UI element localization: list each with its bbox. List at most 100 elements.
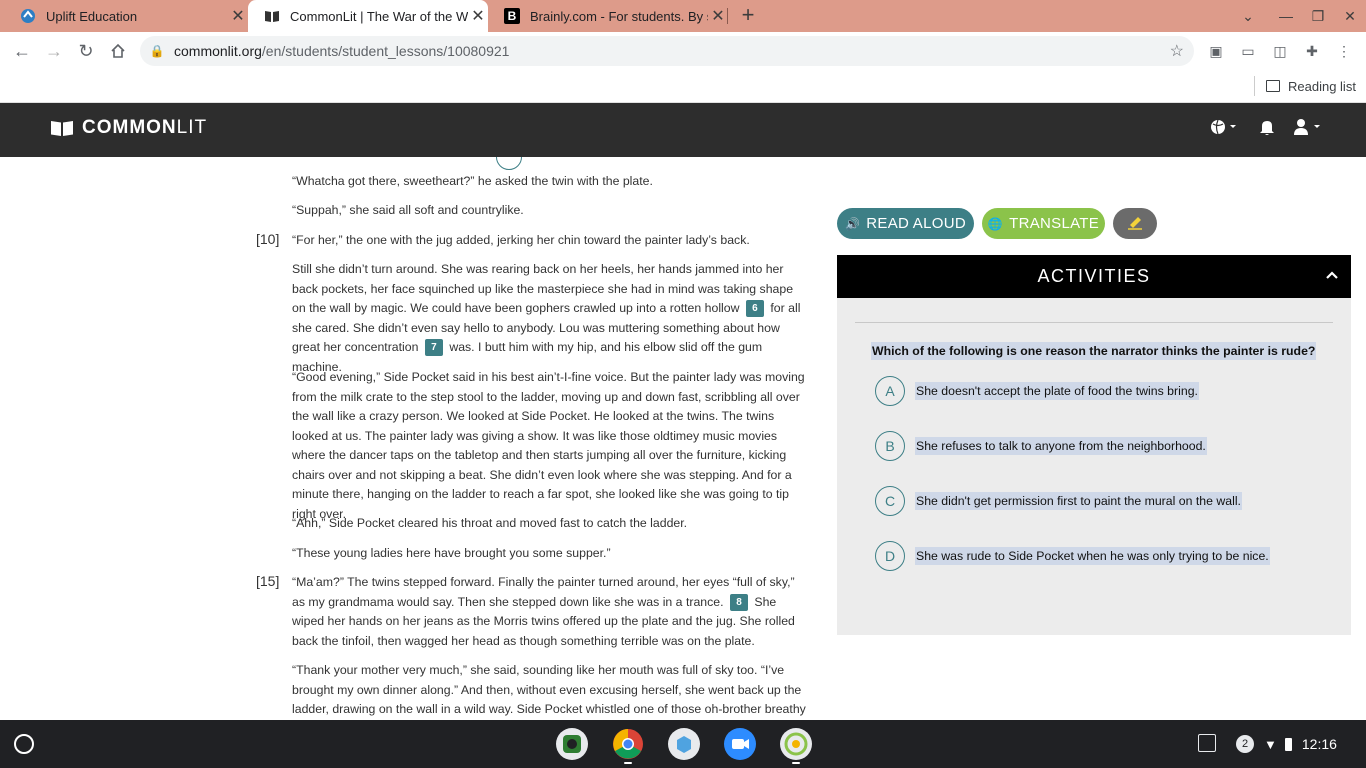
paragraph-number: [15] bbox=[256, 573, 280, 589]
lock-icon[interactable]: 🔒 bbox=[140, 44, 174, 58]
browser-toolbar: ← → ↻ 🔒 commonlit.org/en/students/studen… bbox=[0, 32, 1366, 70]
back-icon[interactable]: ← bbox=[8, 37, 36, 65]
activities-title: ACTIVITIES bbox=[1037, 266, 1151, 286]
cast-icon[interactable]: ▭ bbox=[1236, 39, 1260, 63]
home-icon[interactable] bbox=[104, 37, 132, 65]
tab-commonlit[interactable]: CommonLit | The War of the Wa ✕ bbox=[248, 0, 488, 32]
url-host: commonlit.org bbox=[174, 43, 262, 59]
url-text: commonlit.org/en/students/student_lesson… bbox=[174, 43, 509, 59]
bookmarks-separator bbox=[1254, 76, 1255, 96]
launcher-icon[interactable] bbox=[14, 734, 34, 754]
restore-icon[interactable]: ❐ bbox=[1302, 0, 1334, 32]
reading-list-button[interactable]: Reading list bbox=[1266, 76, 1356, 96]
reload-icon[interactable]: ↻ bbox=[72, 37, 100, 65]
files-app-icon[interactable] bbox=[668, 728, 700, 760]
tab-title: Brainly.com - For students. By st bbox=[530, 8, 708, 24]
menu-icon[interactable]: ⋮ bbox=[1332, 39, 1356, 63]
bookmark-star-icon[interactable]: ☆ bbox=[1170, 41, 1184, 61]
commonlit-favicon-icon bbox=[264, 8, 280, 24]
tab-title: Uplift Education bbox=[46, 8, 138, 24]
translate-button[interactable]: 🌐 TRANSLATE bbox=[982, 208, 1105, 239]
battery-icon bbox=[1284, 737, 1292, 751]
choice-letter[interactable]: A bbox=[875, 376, 905, 406]
paragraph-number: [10] bbox=[256, 231, 280, 247]
commonlit-header: COMMON LIT bbox=[0, 103, 1366, 157]
reading-passage: “Whatcha got there, sweetheart?” he aske… bbox=[0, 157, 830, 720]
extension-icon[interactable]: ▣ bbox=[1204, 39, 1228, 63]
new-tab-icon[interactable]: + bbox=[736, 3, 760, 27]
choice-letter[interactable]: C bbox=[875, 486, 905, 516]
extension-2-icon[interactable]: ◫ bbox=[1268, 39, 1292, 63]
reading-list-label: Reading list bbox=[1288, 78, 1356, 94]
choice-d[interactable]: D She was rude to Side Pocket when he wa… bbox=[875, 541, 1270, 571]
glossary-marker[interactable]: 6 bbox=[745, 300, 764, 318]
notification-count: 2 bbox=[1236, 735, 1254, 753]
choice-b[interactable]: B She refuses to talk to anyone from the… bbox=[875, 431, 1207, 461]
logo-text-light: LIT bbox=[176, 117, 208, 138]
annotation-circle bbox=[496, 157, 522, 170]
bell-icon[interactable] bbox=[1259, 118, 1275, 140]
globe-icon: 🌐 bbox=[987, 216, 1004, 231]
paragraph: Still she didn’t turn around. She was re… bbox=[292, 260, 808, 377]
activities-header[interactable]: ACTIVITIES bbox=[837, 255, 1351, 298]
choice-text[interactable]: She doesn't accept the plate of food the… bbox=[915, 382, 1199, 400]
read-aloud-label: READ ALOUD bbox=[866, 215, 966, 232]
status-tray[interactable]: 2 ▼ 12:16 bbox=[1236, 729, 1358, 759]
read-aloud-button[interactable]: 🔊 READ ALOUD bbox=[837, 208, 974, 239]
minimize-icon[interactable]: — bbox=[1270, 0, 1302, 32]
paragraph: “Thank your mother very much,” she said,… bbox=[292, 663, 806, 716]
bookmarks-bar: Reading list bbox=[0, 70, 1366, 103]
activities-body: Which of the following is one reason the… bbox=[837, 298, 1351, 635]
paragraph: “Ma’am?” The twins stepped forward. Fina… bbox=[292, 573, 808, 651]
close-window-icon[interactable]: ✕ bbox=[1334, 0, 1366, 32]
commonlit-logo[interactable]: COMMON LIT bbox=[50, 117, 207, 139]
question-text: Which of the following is one reason the… bbox=[871, 342, 1317, 360]
paragraph: “Whatcha got there, sweetheart?” he aske… bbox=[292, 174, 653, 188]
running-indicator bbox=[624, 762, 632, 764]
paragraph-text: “Ma’am?” The twins stepped forward. Fina… bbox=[292, 575, 795, 609]
translate-label: TRANSLATE bbox=[1009, 215, 1100, 232]
highlight-button[interactable] bbox=[1113, 208, 1157, 239]
choice-text[interactable]: She refuses to talk to anyone from the n… bbox=[915, 437, 1207, 455]
glossary-marker[interactable]: 7 bbox=[424, 339, 443, 357]
highlighter-icon bbox=[1126, 214, 1144, 234]
paragraph-text: Still she didn’t turn around. She was re… bbox=[292, 262, 794, 315]
uplift-app-icon[interactable] bbox=[780, 728, 812, 760]
tab-close-icon[interactable]: ✕ bbox=[228, 6, 248, 26]
paragraph: “Ahh,” Side Pocket cleared his throat an… bbox=[292, 516, 688, 530]
brainly-favicon-icon: B bbox=[504, 8, 520, 24]
tab-close-icon[interactable]: ✕ bbox=[468, 6, 488, 26]
user-icon[interactable] bbox=[1293, 118, 1323, 140]
holding-space-icon[interactable] bbox=[1198, 734, 1216, 752]
chevron-up-icon[interactable] bbox=[1325, 267, 1339, 283]
book-logo-icon bbox=[50, 119, 74, 137]
chrome-app-icon[interactable] bbox=[612, 728, 644, 760]
forward-icon[interactable]: → bbox=[40, 37, 68, 65]
paragraph: “These young ladies here have brought yo… bbox=[292, 546, 611, 560]
zoom-app-icon[interactable] bbox=[724, 728, 756, 760]
address-bar[interactable]: 🔒 commonlit.org/en/students/student_less… bbox=[140, 36, 1194, 66]
logo-text-bold: COMMON bbox=[82, 117, 177, 138]
tab-separator bbox=[727, 8, 728, 24]
camera-app-icon[interactable] bbox=[556, 728, 588, 760]
choice-c[interactable]: C She didn't get permission first to pai… bbox=[875, 486, 1242, 516]
tab-brainly[interactable]: B Brainly.com - For students. By st ✕ bbox=[488, 0, 728, 32]
globe-icon[interactable] bbox=[1210, 118, 1238, 140]
choice-letter[interactable]: D bbox=[875, 541, 905, 571]
tab-title: CommonLit | The War of the Wa bbox=[290, 8, 468, 24]
wifi-icon: ▼ bbox=[1264, 736, 1277, 752]
choice-text[interactable]: She didn't get permission first to paint… bbox=[915, 492, 1242, 510]
paragraph: “Good evening,” Side Pocket said in his … bbox=[292, 370, 805, 521]
tab-search-icon[interactable]: ⌄ bbox=[1232, 0, 1264, 32]
glossary-marker[interactable]: 8 bbox=[729, 593, 748, 611]
tab-uplift[interactable]: Uplift Education ✕ bbox=[4, 0, 248, 32]
puzzle-icon[interactable]: ✚ bbox=[1300, 39, 1324, 63]
speaker-icon: 🔊 bbox=[845, 216, 861, 231]
running-indicator bbox=[792, 762, 800, 764]
choice-text[interactable]: She was rude to Side Pocket when he was … bbox=[915, 547, 1270, 565]
clock: 12:16 bbox=[1301, 736, 1337, 752]
choice-letter[interactable]: B bbox=[875, 431, 905, 461]
reading-list-icon bbox=[1266, 80, 1280, 92]
choice-a[interactable]: A She doesn't accept the plate of food t… bbox=[875, 376, 1199, 406]
tab-close-icon[interactable]: ✕ bbox=[708, 6, 728, 26]
